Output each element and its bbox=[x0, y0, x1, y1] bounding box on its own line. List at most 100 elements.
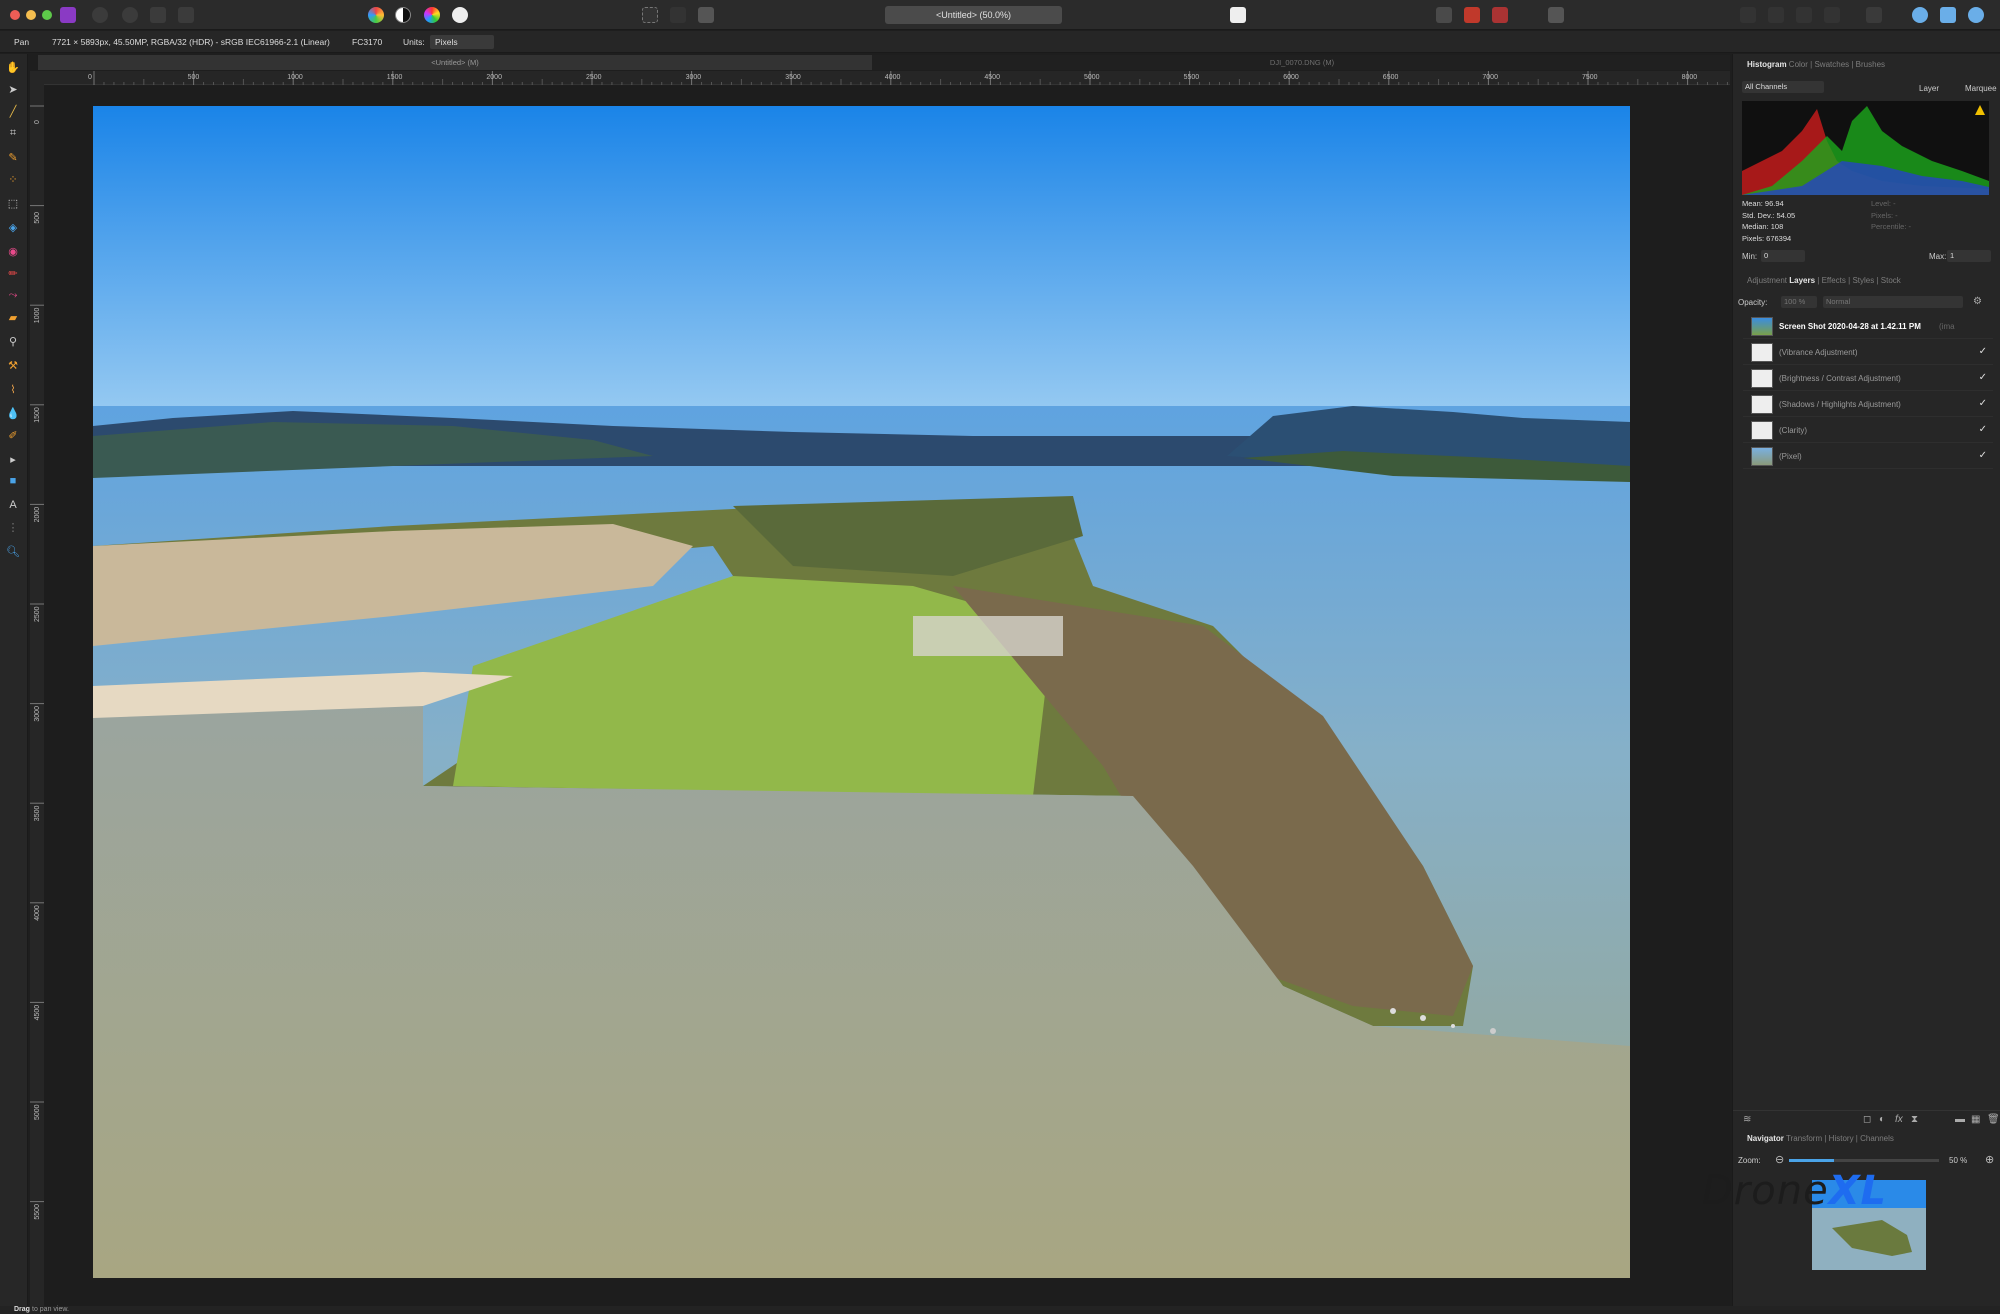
tab-brushes[interactable]: Brushes bbox=[1856, 60, 1885, 69]
layers-icon[interactable]: ≋ bbox=[1743, 1114, 1751, 1125]
arrange-icon[interactable] bbox=[1740, 7, 1756, 23]
tab-layers[interactable]: Layers bbox=[1789, 276, 1815, 285]
blend-mode-select[interactable]: Normal bbox=[1823, 296, 1963, 308]
canvas-area[interactable] bbox=[44, 86, 1730, 1306]
tab-effects[interactable]: Effects bbox=[1822, 276, 1846, 285]
min-field[interactable]: 0 bbox=[1761, 250, 1805, 262]
color-picker-icon[interactable]: ╱ bbox=[6, 104, 20, 118]
tab-color[interactable]: Color bbox=[1789, 60, 1808, 69]
auto-white-balance-icon[interactable] bbox=[452, 7, 468, 23]
max-field[interactable]: 1 bbox=[1947, 250, 1991, 262]
group-icon[interactable]: ▬ bbox=[1955, 1114, 1965, 1125]
layer-row[interactable]: (Clarity) ✓ bbox=[1743, 418, 1993, 443]
view-mode-icon[interactable] bbox=[1230, 7, 1246, 23]
channel-select[interactable]: All Channels bbox=[1742, 81, 1824, 93]
document-tabs: <Untitled> (M) DJI_0070.DNG (M) bbox=[38, 55, 1730, 70]
magnet-icon[interactable] bbox=[1492, 7, 1508, 23]
mesh-warp-icon[interactable]: ⋮ bbox=[6, 520, 20, 534]
marquee-tool-icon[interactable]: ⬚ bbox=[6, 196, 20, 210]
document-image[interactable] bbox=[93, 106, 1630, 1278]
zoom-in-icon[interactable]: ⊕ bbox=[1985, 1153, 1994, 1166]
close-window-button[interactable] bbox=[10, 10, 20, 20]
marquee-mode-icon[interactable] bbox=[642, 7, 658, 23]
minimize-window-button[interactable] bbox=[26, 10, 36, 20]
preferences-icon[interactable] bbox=[1866, 7, 1882, 23]
maximize-window-button[interactable] bbox=[42, 10, 52, 20]
tab-history[interactable]: History bbox=[1829, 1134, 1854, 1143]
paint-tool-icon[interactable]: ✏ bbox=[6, 266, 20, 280]
tab-channels[interactable]: Channels bbox=[1860, 1134, 1894, 1143]
photo-persona-icon[interactable] bbox=[60, 7, 76, 23]
auto-levels-icon[interactable] bbox=[368, 7, 384, 23]
clone-tool-icon[interactable]: ⚒ bbox=[6, 358, 20, 372]
visibility-checkbox[interactable]: ✓ bbox=[1979, 372, 1987, 383]
layer-row[interactable]: (Pixel) ✓ bbox=[1743, 444, 1993, 469]
zoom-out-icon[interactable]: ⊖ bbox=[1775, 1153, 1784, 1166]
add-layer-icon[interactable]: ▦ bbox=[1971, 1114, 1980, 1125]
tone-mapping-persona-icon[interactable] bbox=[150, 7, 166, 23]
develop-persona-icon[interactable] bbox=[122, 7, 138, 23]
zoom-tool-icon[interactable]: 🔍︎ bbox=[6, 544, 20, 558]
marquee-option[interactable]: Marquee bbox=[1965, 84, 1997, 93]
units-select[interactable]: Pixels bbox=[430, 35, 494, 49]
assistant-icon[interactable] bbox=[1548, 7, 1564, 23]
tab-stock[interactable]: Stock bbox=[1881, 276, 1901, 285]
visibility-checkbox[interactable]: ✓ bbox=[1979, 346, 1987, 357]
opacity-field[interactable]: 100 % bbox=[1781, 296, 1817, 308]
fx-icon[interactable]: fx bbox=[1895, 1114, 1903, 1125]
visibility-checkbox[interactable]: ✓ bbox=[1979, 398, 1987, 409]
tab-adjustment[interactable]: Adjustment bbox=[1747, 276, 1787, 285]
overlay-icon[interactable] bbox=[1940, 7, 1956, 23]
gradient-tool-icon[interactable]: ◉ bbox=[6, 244, 20, 258]
blur-tool-icon[interactable]: 💧 bbox=[6, 406, 20, 420]
transform-icon[interactable] bbox=[1796, 7, 1812, 23]
smudge-tool-icon[interactable]: ⤳ bbox=[6, 288, 20, 302]
studio-icon[interactable] bbox=[1912, 7, 1928, 23]
move-tool-icon[interactable]: ➤ bbox=[6, 82, 20, 96]
export-persona-icon[interactable] bbox=[178, 7, 194, 23]
align-icon[interactable] bbox=[1768, 7, 1784, 23]
tab-transform[interactable]: Transform bbox=[1786, 1134, 1822, 1143]
flip-icon[interactable] bbox=[1824, 7, 1840, 23]
liquify-persona-icon[interactable] bbox=[92, 7, 108, 23]
snapping-icon[interactable] bbox=[1464, 7, 1480, 23]
tab-histogram[interactable]: Histogram bbox=[1747, 60, 1787, 69]
layer-option[interactable]: Layer bbox=[1919, 84, 1939, 93]
retouch-tool-icon[interactable]: ✐ bbox=[6, 428, 20, 442]
tab-swatches[interactable]: Swatches bbox=[1814, 60, 1849, 69]
tab-styles[interactable]: Styles bbox=[1852, 276, 1874, 285]
crop-tool-icon[interactable]: ⌗ bbox=[6, 126, 20, 140]
tab-dji-raw[interactable]: DJI_0070.DNG (M) bbox=[874, 55, 1730, 70]
mask-icon[interactable]: ◻ bbox=[1863, 1114, 1871, 1125]
paint-brush-icon[interactable]: ✎ bbox=[6, 150, 20, 164]
delete-layer-icon[interactable]: 🗑︎ bbox=[1987, 1114, 2000, 1125]
visibility-checkbox[interactable]: ✓ bbox=[1979, 450, 1987, 461]
tab-navigator[interactable]: Navigator bbox=[1747, 1134, 1784, 1143]
hand-tool-icon[interactable]: ✋ bbox=[6, 60, 20, 74]
tab-untitled[interactable]: <Untitled> (M) bbox=[38, 55, 872, 70]
visibility-checkbox[interactable]: ✓ bbox=[1979, 424, 1987, 435]
layer-row[interactable]: (Vibrance Adjustment) ✓ bbox=[1743, 340, 1993, 365]
live-filter-icon[interactable]: ⧗ bbox=[1911, 1114, 1918, 1125]
layer-row[interactable]: (Brightness / Contrast Adjustment) ✓ bbox=[1743, 366, 1993, 391]
subtract-selection-icon[interactable] bbox=[670, 7, 686, 23]
selection-brush-icon[interactable]: ⁘ bbox=[6, 172, 20, 186]
layer-row[interactable]: (Shadows / Highlights Adjustment) ✓ bbox=[1743, 392, 1993, 417]
red-eye-tool-icon[interactable]: ⌇ bbox=[6, 382, 20, 396]
flood-fill-icon[interactable]: ◈ bbox=[6, 220, 20, 234]
dodge-tool-icon[interactable]: ⚲ bbox=[6, 334, 20, 348]
layer-row[interactable]: Screen Shot 2020-04-28 at 1.42.11 PM (im… bbox=[1743, 314, 1993, 339]
gear-icon[interactable]: ⚙ bbox=[1973, 296, 1982, 307]
shape-tool-icon[interactable]: ■ bbox=[6, 474, 20, 488]
document-title-dropdown[interactable]: <Untitled> (50.0%) bbox=[885, 6, 1062, 24]
auto-contrast-icon[interactable] bbox=[395, 7, 411, 23]
text-tool-icon[interactable]: A bbox=[6, 498, 20, 512]
adjustment-icon[interactable]: ◐ bbox=[1879, 1114, 1885, 1125]
node-tool-icon[interactable]: ▸ bbox=[6, 452, 20, 466]
account-icon[interactable] bbox=[1968, 7, 1984, 23]
grid-icon[interactable] bbox=[1436, 7, 1452, 23]
zoom-slider[interactable] bbox=[1789, 1159, 1939, 1162]
auto-colors-icon[interactable] bbox=[424, 7, 440, 23]
eraser-tool-icon[interactable]: ▰ bbox=[6, 310, 20, 324]
quick-mask-icon[interactable] bbox=[698, 7, 714, 23]
